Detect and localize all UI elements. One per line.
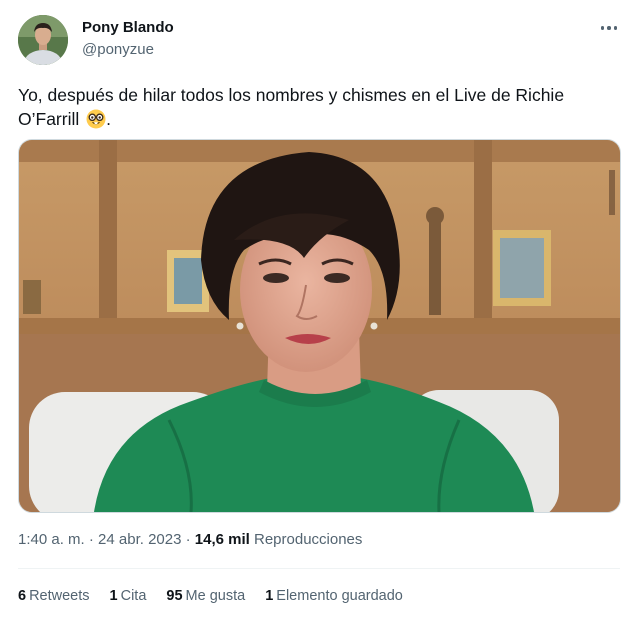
likes-label: Me gusta (185, 588, 246, 604)
views-label: Reproducciones (249, 531, 363, 548)
tweet-photo[interactable] (18, 139, 621, 513)
divider (18, 568, 620, 569)
tweet-text: Yo, después de hilar todos los nombres y… (18, 83, 618, 131)
tweet-stats: 6 Retweets 1 Cita 95 Me gusta 1 Elemento gua… (18, 588, 403, 604)
retweets-label: Retweets (29, 588, 90, 604)
author-name[interactable]: Pony Blando (82, 19, 174, 36)
tweet-text-suffix: . (106, 109, 111, 129)
likes-count: 95 (166, 588, 183, 604)
bookmarks-count: 1 (265, 588, 274, 604)
tweet-meta: 1:40 a. m. · 24 abr. 2023 · 14,6 mil Rep… (18, 531, 362, 548)
quotes-label: Cita (120, 588, 147, 604)
more-options-icon[interactable] (598, 18, 620, 38)
bookmarks-label: Elemento guardado (276, 588, 403, 604)
bookmarks-stat[interactable]: 1 Elemento guardado (265, 588, 403, 604)
nerd-face-emoji-icon (86, 109, 106, 129)
retweets-stat[interactable]: 6 Retweets (18, 588, 90, 604)
views-count: 14,6 mil (194, 531, 250, 548)
quotes-stat[interactable]: 1 Cita (110, 588, 147, 604)
author-handle[interactable]: @ponyzue (82, 41, 154, 58)
tweet-card: Pony Blando @ponyzue Yo, después de hila… (0, 0, 636, 620)
avatar[interactable] (18, 15, 68, 65)
quotes-count: 1 (109, 588, 118, 604)
timestamp[interactable]: 1:40 a. m. · 24 abr. 2023 · (18, 531, 195, 548)
likes-stat[interactable]: 95 Me gusta (166, 588, 245, 604)
retweets-count: 6 (18, 588, 27, 604)
